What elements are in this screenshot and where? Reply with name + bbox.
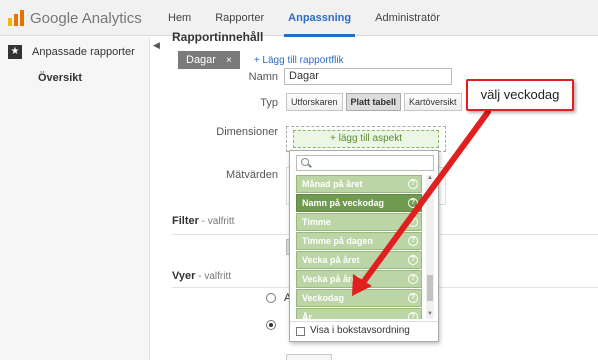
brand-name: Google Analytics (30, 9, 142, 27)
type-label: Typ (260, 97, 278, 109)
scrollbar-thumb[interactable] (427, 275, 433, 301)
add-dimension-button[interactable]: + lägg till aspekt (293, 130, 439, 148)
alphabetical-label: Visa i bokstavsordning (310, 325, 410, 336)
ga-logo[interactable]: Google Analytics (6, 8, 142, 28)
scroll-up-icon[interactable]: ▲ (426, 175, 434, 183)
analytics-bars-icon (6, 8, 26, 28)
close-icon[interactable]: × (226, 55, 232, 66)
sidebar-item-custom-reports[interactable]: ★ Anpassade rapporter (8, 45, 135, 59)
star-icon: ★ (8, 45, 22, 59)
dimension-option[interactable]: Timme? (296, 213, 422, 231)
section-title: Rapportinnehåll (172, 30, 264, 44)
nav-anpassning[interactable]: Anpassning (276, 0, 363, 37)
type-map-overlay-button[interactable]: Kartöversikt (404, 93, 462, 111)
help-icon[interactable]: ? (408, 274, 418, 284)
filter-optional: - valfritt (198, 216, 235, 227)
type-flat-table-button[interactable]: Platt tabell (345, 93, 402, 111)
dimensions-label: Dimensioner (216, 126, 278, 138)
dimension-option[interactable]: Månad på året? (296, 175, 422, 193)
sidebar-item-label: Anpassade rapporter (32, 46, 135, 58)
views-optional: - valfritt (195, 271, 232, 282)
help-icon[interactable]: ? (408, 236, 418, 246)
search-icon (301, 158, 309, 166)
dropdown-scrollbar[interactable]: ▲ ▼ (426, 175, 434, 319)
type-selector: Utforskaren Platt tabell Kartöversikt (286, 93, 465, 111)
dimension-search-input[interactable] (296, 155, 434, 171)
help-icon[interactable]: ? (408, 198, 418, 208)
metrics-label: Mätvärden (226, 169, 278, 181)
help-icon[interactable]: ? (408, 255, 418, 265)
help-icon[interactable]: ? (408, 179, 418, 189)
app-root: Google Analytics Hem Rapporter Anpassnin… (0, 0, 598, 360)
dimension-picker-dropdown: Månad på året? Namn på veckodag? Timme? … (289, 150, 439, 342)
filter-heading: Filter - valfritt (172, 215, 234, 227)
dimensions-dropzone: + lägg till aspekt (286, 126, 446, 152)
dimension-option[interactable]: Timme på dagen? (296, 232, 422, 250)
nav-administrator[interactable]: Administratör (363, 0, 452, 36)
views-title: Vyer (172, 270, 196, 282)
alphabetical-checkbox[interactable] (296, 327, 305, 336)
report-tab-dagar[interactable]: Dagar × (178, 51, 240, 69)
dimension-option[interactable]: År? (296, 308, 422, 319)
name-field[interactable]: Dagar (284, 68, 452, 85)
annotation-callout: välj veckodag (466, 79, 574, 111)
dimension-option[interactable]: Namn på veckodag? (296, 194, 422, 212)
dimension-option[interactable]: Vecka på året? (296, 251, 422, 269)
type-explorer-button[interactable]: Utforskaren (286, 93, 343, 111)
views-all-radio[interactable] (266, 293, 276, 303)
add-report-tab-link[interactable]: + Lägg till rapportflik (254, 55, 344, 66)
help-icon[interactable]: ? (408, 312, 418, 319)
help-icon[interactable]: ? (408, 293, 418, 303)
sidebar-item-overview[interactable]: Översikt (38, 72, 82, 84)
collapse-sidebar-icon[interactable]: ◀ (153, 40, 160, 51)
report-tab-label: Dagar (186, 54, 216, 66)
scroll-down-icon[interactable]: ▼ (426, 311, 434, 319)
top-bar: Google Analytics Hem Rapporter Anpassnin… (0, 0, 598, 37)
filter-title: Filter (172, 215, 199, 227)
annotation-text: välj veckodag (480, 87, 560, 102)
views-selected-radio[interactable] (266, 320, 276, 330)
dimension-list: Månad på året? Namn på veckodag? Timme? … (296, 175, 422, 319)
help-icon[interactable]: ? (408, 217, 418, 227)
dimension-option[interactable]: Vecka på året? (296, 270, 422, 288)
report-tabs: Dagar × + Lägg till rapportflik (178, 51, 344, 69)
save-button[interactable] (286, 354, 332, 360)
views-heading: Vyer - valfritt (172, 270, 231, 282)
dropdown-footer: Visa i bokstavsordning (290, 321, 438, 341)
name-label: Namn (248, 71, 278, 83)
dimension-option[interactable]: Veckodag? (296, 289, 422, 307)
sidebar: ★ Anpassade rapporter Översikt (0, 37, 150, 360)
